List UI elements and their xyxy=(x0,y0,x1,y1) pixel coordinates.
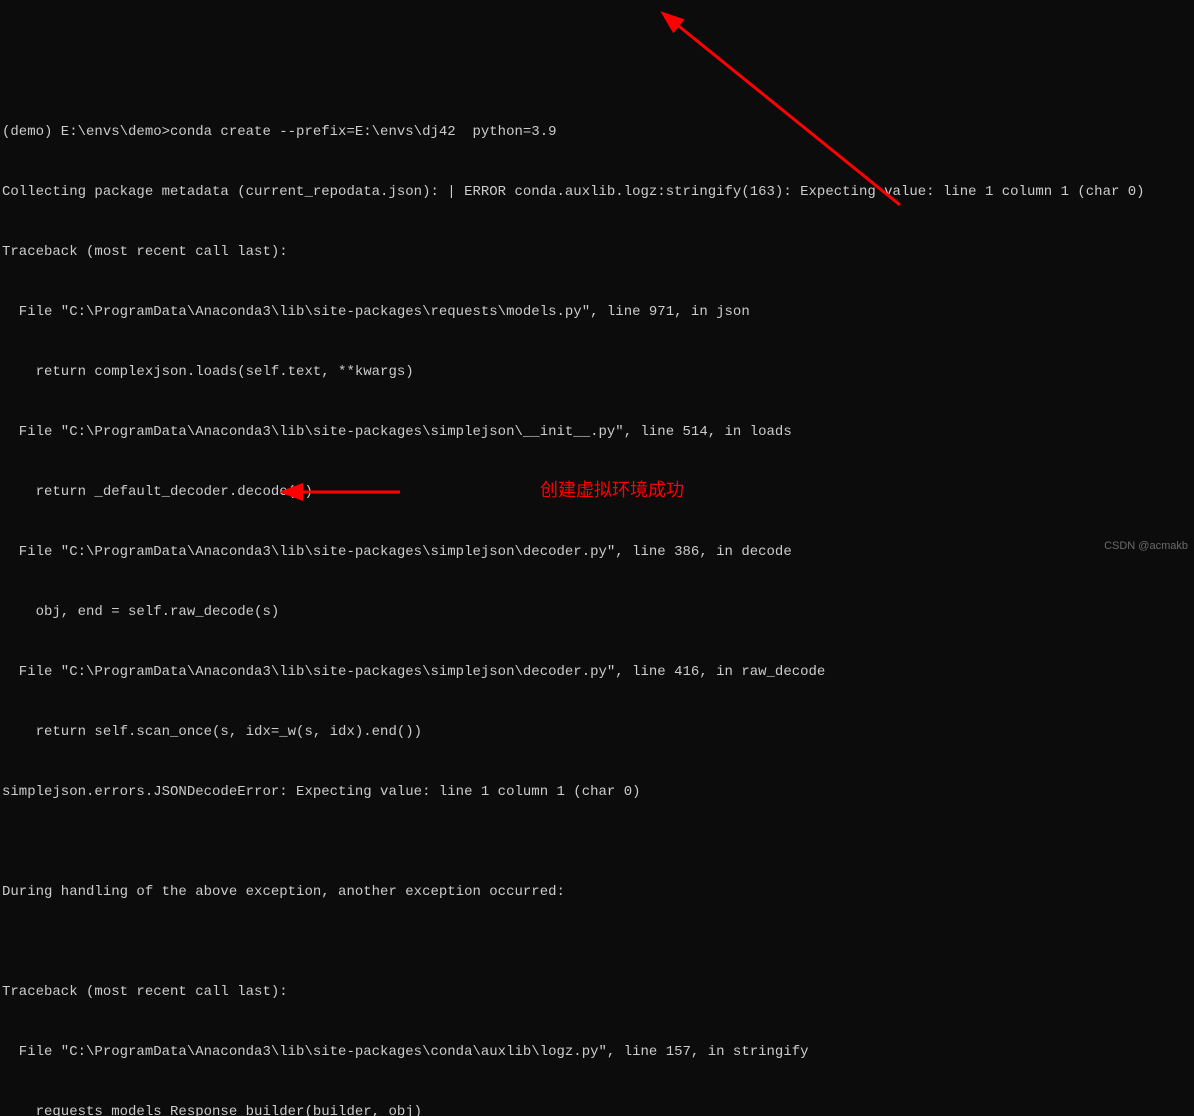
terminal-line: File "C:\ProgramData\Anaconda3\lib\site-… xyxy=(2,422,1194,442)
terminal-line: return self.scan_once(s, idx=_w(s, idx).… xyxy=(2,722,1194,742)
annotation-label-success: 创建虚拟环境成功 xyxy=(540,480,684,500)
terminal-line: (demo) E:\envs\demo>conda create --prefi… xyxy=(2,122,1194,142)
terminal-line: File "C:\ProgramData\Anaconda3\lib\site-… xyxy=(2,662,1194,682)
terminal-line: obj, end = self.raw_decode(s) xyxy=(2,602,1194,622)
watermark: CSDN @acmakb xyxy=(1104,536,1188,556)
terminal-line: File "C:\ProgramData\Anaconda3\lib\site-… xyxy=(2,302,1194,322)
terminal-line: simplejson.errors.JSONDecodeError: Expec… xyxy=(2,782,1194,802)
terminal-line: Traceback (most recent call last): xyxy=(2,242,1194,262)
terminal-line: During handling of the above exception, … xyxy=(2,882,1194,902)
terminal-line: Traceback (most recent call last): xyxy=(2,982,1194,1002)
terminal-output[interactable]: (demo) E:\envs\demo>conda create --prefi… xyxy=(0,80,1194,1116)
terminal-line: requests_models_Response_builder(builder… xyxy=(2,1102,1194,1116)
terminal-line: return complexjson.loads(self.text, **kw… xyxy=(2,362,1194,382)
terminal-line: File "C:\ProgramData\Anaconda3\lib\site-… xyxy=(2,1042,1194,1062)
terminal-line: File "C:\ProgramData\Anaconda3\lib\site-… xyxy=(2,542,1194,562)
terminal-line: Collecting package metadata (current_rep… xyxy=(2,182,1194,202)
